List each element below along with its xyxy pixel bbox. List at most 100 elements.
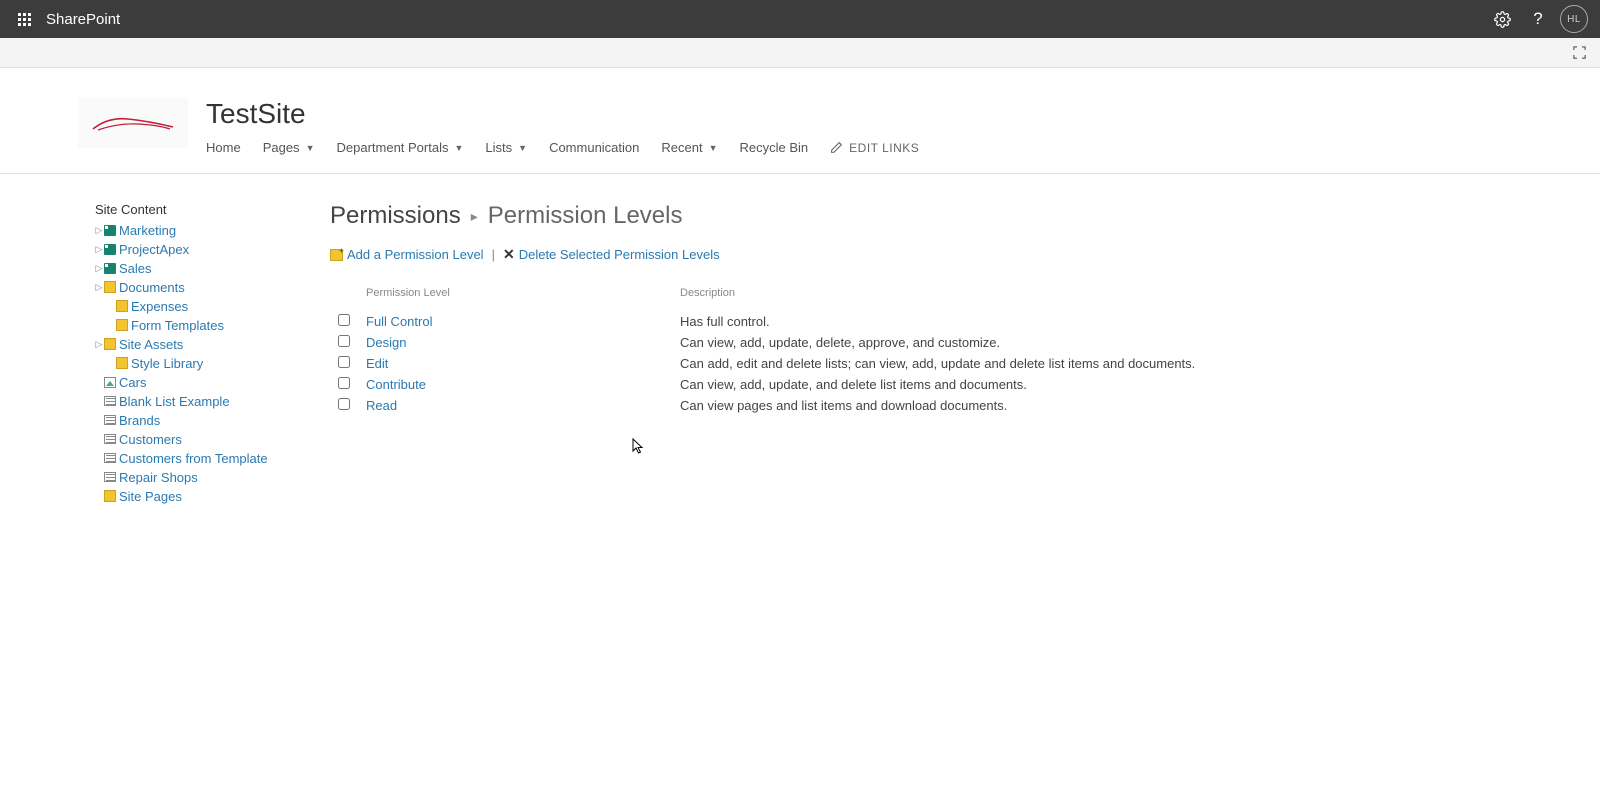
site-logo[interactable] [78,98,188,148]
list-icon [103,394,117,408]
tree-item-label[interactable]: Brands [119,413,160,428]
permission-description: Can view, add, update, delete, approve, … [680,335,1560,350]
site-header: TestSite Home Pages▼ Department Portals▼… [0,68,1600,174]
nav-lists[interactable]: Lists▼ [485,140,527,155]
site-title[interactable]: TestSite [206,98,919,130]
tree-item-label[interactable]: Site Pages [119,489,182,504]
expand-caret-icon[interactable]: ▷ [95,263,103,274]
tree-item-label[interactable]: ProjectApex [119,242,189,257]
breadcrumb: Permissions ▸ Permission Levels [330,202,1560,230]
tree-item[interactable]: ▷ Marketing [95,221,330,239]
permission-description: Has full control. [680,314,1560,329]
tree-item-label[interactable]: Documents [119,280,185,295]
breadcrumb-current: Permission Levels [488,202,683,230]
permission-level-link[interactable]: Design [366,335,406,350]
tree-item[interactable]: Cars [95,373,330,391]
caret-down-icon: ▼ [454,143,463,153]
tree-item-label[interactable]: Site Assets [119,337,183,352]
table-row: Contribute Can view, add, update, and del… [330,374,1560,395]
gear-icon[interactable] [1484,1,1520,37]
tree-item[interactable]: Customers from Template [95,449,330,467]
list-icon [103,451,117,465]
tree-item-label[interactable]: Form Templates [131,318,224,333]
expand-caret-icon[interactable]: ▷ [95,244,103,255]
tree-item-label[interactable]: Expenses [131,299,188,314]
list-icon [103,413,117,427]
nav-department-portals[interactable]: Department Portals▼ [336,140,463,155]
expand-caret-icon[interactable]: ▷ [95,282,103,293]
delete-icon: ✕ [503,246,515,263]
add-icon [330,249,343,261]
tree-item[interactable]: Expenses [95,297,330,315]
tree-item[interactable]: Form Templates [95,316,330,334]
row-checkbox[interactable] [338,335,350,347]
table-row: Design Can view, add, update, delete, app… [330,332,1560,353]
row-checkbox[interactable] [338,356,350,368]
tree-item[interactable]: ▷ Site Assets [95,335,330,353]
suite-app-name[interactable]: SharePoint [46,11,120,28]
lib-icon [115,299,129,313]
caret-down-icon: ▼ [306,143,315,153]
tree-item[interactable]: Site Pages [95,487,330,505]
nav-recycle-bin[interactable]: Recycle Bin [740,140,809,155]
permission-description: Can view, add, update, and delete list i… [680,377,1560,392]
left-nav: Site Content ▷ Marketing ▷ ProjectApex ▷ Sale… [0,202,330,506]
toolbar: Add a Permission Level | ✕ Delete Select… [330,246,1560,263]
tree-item[interactable]: ▷ Sales [95,259,330,277]
row-checkbox[interactable] [338,314,350,326]
app-launcher-icon[interactable] [8,3,40,35]
edit-links-button[interactable]: EDIT LINKS [830,141,919,155]
list-icon [103,470,117,484]
nav-home[interactable]: Home [206,140,241,155]
pencil-icon [830,141,843,154]
row-checkbox[interactable] [338,377,350,389]
nav-communication[interactable]: Communication [549,140,639,155]
nav-recent[interactable]: Recent▼ [661,140,717,155]
table-row: Edit Can add, edit and delete lists; can … [330,353,1560,374]
tree-item-label[interactable]: Repair Shops [119,470,198,485]
tree-item[interactable]: Brands [95,411,330,429]
permission-table: Permission Level Description Full Contro… [330,283,1560,416]
left-nav-heading: Site Content [95,202,330,217]
main-content: Permissions ▸ Permission Levels Add a Pe… [330,202,1600,506]
focus-content-icon[interactable] [1568,42,1590,64]
nav-pages[interactable]: Pages▼ [263,140,315,155]
caret-down-icon: ▼ [709,143,718,153]
breadcrumb-parent[interactable]: Permissions [330,202,461,230]
row-checkbox[interactable] [338,398,350,410]
table-header: Permission Level Description [330,283,1560,311]
tree-item[interactable]: Customers [95,430,330,448]
col-header-description: Description [680,287,1560,299]
tree-item[interactable]: ▷ Documents [95,278,330,296]
user-avatar[interactable]: HL [1560,5,1588,33]
add-permission-level-button[interactable]: Add a Permission Level [330,247,484,262]
delete-selected-button[interactable]: ✕ Delete Selected Permission Levels [503,246,720,263]
tree-item[interactable]: ▷ ProjectApex [95,240,330,258]
tree-item[interactable]: Blank List Example [95,392,330,410]
tree-item-label[interactable]: Marketing [119,223,176,238]
permission-level-link[interactable]: Read [366,398,397,413]
permission-level-link[interactable]: Edit [366,356,388,371]
lib-icon [103,489,117,503]
tree-item-label[interactable]: Customers from Template [119,451,268,466]
expand-caret-icon[interactable]: ▷ [95,225,103,236]
caret-down-icon: ▼ [518,143,527,153]
tree-item-label[interactable]: Style Library [131,356,203,371]
breadcrumb-separator-icon: ▸ [471,208,478,225]
permission-level-link[interactable]: Full Control [366,314,432,329]
top-nav: Home Pages▼ Department Portals▼ Lists▼ C… [206,140,919,163]
tree-item-label[interactable]: Customers [119,432,182,447]
tree-item[interactable]: Repair Shops [95,468,330,486]
permission-level-link[interactable]: Contribute [366,377,426,392]
lib-icon [103,280,117,294]
tree-item-label[interactable]: Sales [119,261,152,276]
help-icon[interactable]: ? [1520,1,1556,37]
tree-item[interactable]: Style Library [95,354,330,372]
expand-caret-icon[interactable]: ▷ [95,339,103,350]
permission-description: Can add, edit and delete lists; can view… [680,356,1560,371]
list-icon [103,432,117,446]
tree-item-label[interactable]: Cars [119,375,146,390]
tree-item-label[interactable]: Blank List Example [119,394,230,409]
table-row: Full Control Has full control. [330,311,1560,332]
permission-description: Can view pages and list items and downlo… [680,398,1560,413]
